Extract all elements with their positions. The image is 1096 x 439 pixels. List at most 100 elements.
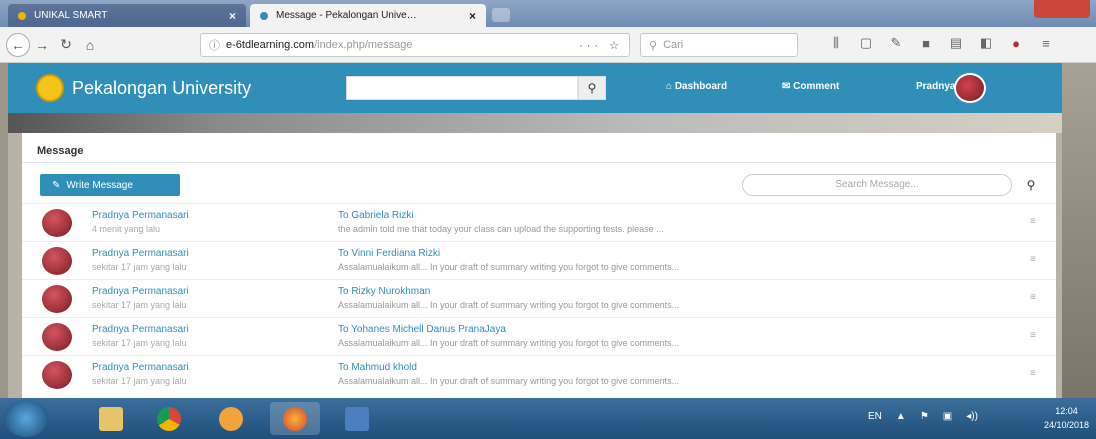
message-snippet: the admin told me that today your class … — [338, 224, 664, 234]
avatar[interactable] — [954, 73, 986, 103]
sidebar-icon[interactable]: ▢ — [858, 35, 874, 51]
new-tab-button[interactable] — [492, 8, 510, 22]
home-icon[interactable]: ⌂ — [78, 33, 102, 57]
list-item[interactable]: Pradnya Permanasari 4 menit yang lalu To… — [22, 203, 1056, 241]
expand-icon[interactable]: ▲ — [896, 411, 906, 422]
tab-title: Message - Pekalongan Unive… — [276, 10, 417, 21]
home-icon: ⌂ — [666, 81, 675, 92]
list-menu-icon[interactable]: ≡ — [1030, 368, 1036, 379]
recipient[interactable]: To Vinni Ferdiana Rizki — [338, 248, 440, 259]
sender-name[interactable]: Pradnya Permanasari — [92, 210, 189, 221]
app-icon[interactable] — [332, 402, 382, 435]
avatar — [42, 323, 72, 351]
message-time: sekitar 17 jam yang lalu — [92, 300, 187, 310]
recipient[interactable]: To Mahmud khold — [338, 362, 417, 373]
list-item[interactable]: Pradnya Permanasari sekitar 17 jam yang … — [22, 317, 1056, 355]
avatar — [42, 247, 72, 275]
browser-toolbar: ← → ↻ ⌂ ⓘ e-6tdlearning.com /index.php/m… — [0, 27, 1096, 63]
extension-icon[interactable]: ✎ — [888, 35, 904, 51]
forward-arrow-icon[interactable]: → — [30, 33, 54, 57]
language-indicator[interactable]: EN — [868, 411, 882, 422]
list-item[interactable]: Pradnya Permanasari sekitar 17 jam yang … — [22, 355, 1056, 393]
toolbar-icons: ⫼ ▢ ✎ ■ ▤ ◧ ● ≡ — [828, 35, 1054, 51]
sender-name[interactable]: Pradnya Permanasari — [92, 286, 189, 297]
nav-dashboard[interactable]: ⌂ Dashboard — [666, 81, 727, 92]
clock[interactable]: 12:04 24/10/2018 — [1044, 404, 1089, 432]
list-menu-icon[interactable]: ≡ — [1030, 216, 1036, 227]
tab-message[interactable]: Message - Pekalongan Unive… × — [250, 4, 486, 27]
message-time: sekitar 17 jam yang lalu — [92, 376, 187, 386]
nav-user[interactable]: Pradnya — [916, 81, 955, 92]
desktop-background — [1062, 63, 1096, 398]
write-message-button[interactable]: ✎ Write Message — [40, 174, 180, 196]
site-header: Pekalongan University ⚲ ⌂ Dashboard ✉ Co… — [8, 63, 1062, 113]
page-actions[interactable]: ··· ☆ — [579, 39, 623, 52]
list-menu-icon[interactable]: ≡ — [1030, 254, 1036, 265]
browser-search-field[interactable]: ⚲ Cari — [640, 33, 798, 57]
volume-icon[interactable]: ◂)) — [966, 411, 978, 422]
avatar — [42, 285, 72, 313]
close-icon[interactable]: × — [229, 9, 236, 23]
flag-icon[interactable]: ⚑ — [920, 411, 929, 422]
menu-icon[interactable]: ≡ — [1038, 35, 1054, 51]
favicon-icon — [260, 11, 268, 20]
clock-time: 12:04 — [1055, 406, 1078, 416]
site-brand[interactable]: Pekalongan University — [72, 78, 251, 99]
reload-icon[interactable]: ↻ — [54, 33, 78, 57]
window-controls[interactable] — [1034, 0, 1090, 18]
network-icon[interactable]: ▣ — [943, 411, 952, 422]
pinterest-icon[interactable]: ● — [1008, 35, 1024, 51]
recipient[interactable]: To Rizky Nurokhman — [338, 286, 430, 297]
close-icon[interactable]: × — [469, 9, 476, 23]
sender-name[interactable]: Pradnya Permanasari — [92, 248, 189, 259]
app-icon[interactable] — [206, 402, 256, 435]
university-logo[interactable] — [36, 74, 64, 102]
recipient[interactable]: To Gabriela Rizki — [338, 210, 414, 221]
search-icon: ⚲ — [649, 39, 658, 52]
tab-title: UNIKAL SMART — [34, 10, 108, 21]
extension-icon[interactable]: ▤ — [948, 35, 964, 51]
system-tray: EN ▲ ⚑ ▣ ◂)) — [868, 411, 978, 422]
extension-icon[interactable]: ■ — [918, 35, 934, 51]
taskbar: EN ▲ ⚑ ▣ ◂)) 12:04 24/10/2018 — [0, 398, 1096, 439]
message-snippet: Assalamualaikum all... In your draft of … — [338, 376, 680, 386]
url-host: e-6tdlearning.com — [226, 39, 315, 51]
message-panel: Message ✎ Write Message Search Message..… — [22, 133, 1056, 398]
favicon-icon — [18, 11, 26, 20]
message-time: sekitar 17 jam yang lalu — [92, 338, 187, 348]
avatar — [42, 361, 72, 389]
url-path: /index.php/message — [314, 39, 413, 51]
message-time: 4 menit yang lalu — [92, 224, 161, 234]
tab-unikal-smart[interactable]: UNIKAL SMART × — [8, 4, 246, 27]
message-snippet: Assalamualaikum all... In your draft of … — [338, 338, 680, 348]
chrome-icon[interactable] — [144, 402, 194, 435]
page-banner — [8, 113, 1062, 133]
message-snippet: Assalamualaikum all... In your draft of … — [338, 300, 680, 310]
list-item[interactable]: Pradnya Permanasari sekitar 17 jam yang … — [22, 241, 1056, 279]
sender-name[interactable]: Pradnya Permanasari — [92, 362, 189, 373]
list-item[interactable]: Pradnya Permanasari sekitar 17 jam yang … — [22, 279, 1056, 317]
list-menu-icon[interactable]: ≡ — [1030, 330, 1036, 341]
site-search-input[interactable] — [346, 76, 578, 100]
avatar — [42, 209, 72, 237]
message-time: sekitar 17 jam yang lalu — [92, 262, 187, 272]
pencil-icon: ✎ — [52, 179, 61, 191]
address-bar[interactable]: ⓘ e-6tdlearning.com /index.php/message ·… — [200, 33, 630, 57]
recipient[interactable]: To Yohanes Michell Danus PranaJaya — [338, 324, 506, 335]
search-icon[interactable]: ⚲ — [578, 76, 606, 100]
extension-icon[interactable]: ◧ — [978, 35, 994, 51]
library-icon[interactable]: ⫼ — [828, 35, 844, 51]
search-message-input[interactable]: Search Message... — [742, 174, 1012, 196]
comment-icon: ✉ — [782, 81, 794, 92]
start-button[interactable] — [4, 400, 48, 437]
search-icon[interactable]: ⚲ — [1017, 174, 1045, 196]
page-title: Message — [22, 133, 1056, 163]
list-menu-icon[interactable]: ≡ — [1030, 292, 1036, 303]
browser-tab-strip: UNIKAL SMART × Message - Pekalongan Univ… — [0, 0, 1096, 27]
search-placeholder: Cari — [663, 39, 684, 51]
firefox-icon[interactable] — [270, 402, 320, 435]
back-arrow-icon[interactable]: ← — [6, 32, 30, 57]
nav-comment[interactable]: ✉ Comment — [782, 81, 839, 92]
explorer-icon[interactable] — [86, 402, 136, 435]
sender-name[interactable]: Pradnya Permanasari — [92, 324, 189, 335]
